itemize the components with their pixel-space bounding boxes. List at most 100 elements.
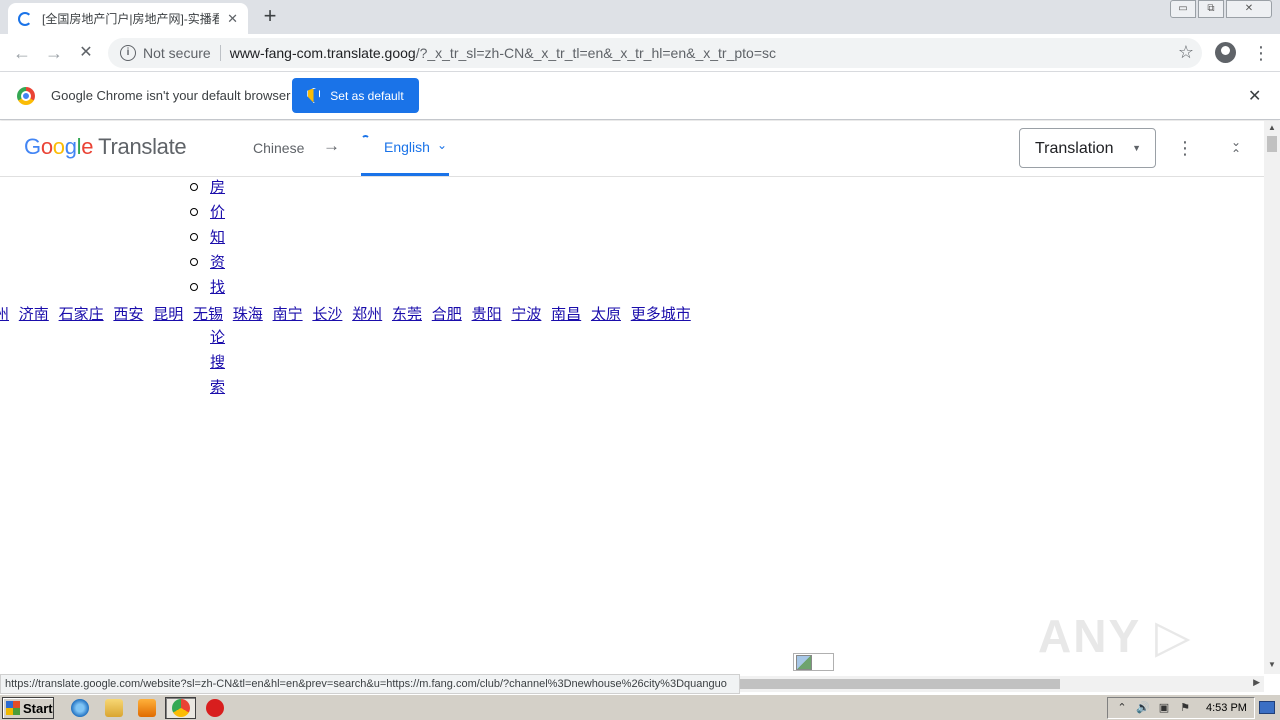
infobar-close-button[interactable]: ✕ bbox=[1248, 86, 1261, 106]
city-link[interactable]: 南昌 bbox=[551, 305, 581, 323]
translation-mode-select[interactable]: Translation ▼ bbox=[1019, 128, 1156, 168]
nav-link[interactable]: 索 bbox=[210, 380, 225, 395]
forward-button[interactable]: → bbox=[42, 41, 66, 65]
logo-letter: G bbox=[24, 134, 41, 159]
divider bbox=[219, 45, 221, 61]
list-bullet bbox=[190, 183, 198, 191]
scroll-right-icon[interactable]: ▶ bbox=[1253, 677, 1260, 688]
scrollbar-thumb[interactable] bbox=[1267, 136, 1277, 152]
url-host: www-fang-com.translate.goog bbox=[229, 45, 416, 61]
back-button[interactable]: ← bbox=[10, 41, 34, 65]
volume-icon[interactable]: 🔊 bbox=[1136, 701, 1150, 715]
logo-letter: o bbox=[40, 134, 53, 159]
address-bar[interactable]: i Not secure www-fang-com.translate.goog… bbox=[108, 38, 1202, 68]
city-link[interactable]: 济南 bbox=[19, 305, 49, 323]
city-link[interactable]: 宁波 bbox=[511, 305, 541, 323]
window-controls: ▭ ⧉ ✕ bbox=[1168, 0, 1272, 18]
tab-title: [全国房地产门户|房地产网]-实播看 bbox=[42, 12, 220, 26]
nav-link[interactable]: 找 bbox=[210, 280, 225, 295]
tab-strip: [全国房地产门户|房地产网]-实播看 ✕ + ▭ ⧉ ✕ bbox=[0, 0, 1280, 34]
city-link[interactable]: 合肥 bbox=[432, 305, 462, 323]
browser-toolbar: ← → ✕ i Not secure www-fang-com.translat… bbox=[0, 34, 1280, 72]
nav-link[interactable]: 搜 bbox=[210, 355, 225, 370]
media-player-icon[interactable] bbox=[138, 699, 156, 717]
list-bullet bbox=[190, 208, 198, 216]
city-link[interactable]: 石家庄 bbox=[59, 305, 104, 323]
nav-link[interactable]: 资 bbox=[210, 255, 225, 270]
chrome-icon bbox=[172, 699, 190, 717]
window-close-button[interactable]: ✕ bbox=[1226, 0, 1272, 18]
city-link[interactable]: 更多城市 bbox=[631, 305, 691, 323]
chrome-menu-button[interactable]: ⋮ bbox=[1252, 42, 1270, 64]
caret-down-icon: ▼ bbox=[1132, 143, 1141, 153]
loading-spinner-icon bbox=[18, 11, 32, 26]
internet-explorer-icon[interactable] bbox=[71, 699, 89, 717]
show-hidden-icons-icon[interactable]: ⌃ bbox=[1115, 701, 1129, 715]
nav-link[interactable]: 知 bbox=[210, 230, 225, 245]
loading-spinner-icon bbox=[361, 135, 370, 144]
city-links-row: 州 济南 石家庄 西安 昆明 无锡 珠海 南宁 长沙 郑州 东莞 合肥 贵阳 宁… bbox=[0, 303, 696, 324]
status-bubble: https://translate.google.com/website?sl=… bbox=[0, 674, 740, 694]
collapse-toggle-button[interactable]: ⌄ ⌃ bbox=[1226, 136, 1246, 162]
city-link[interactable]: 郑州 bbox=[352, 305, 382, 323]
anyrun-watermark: ANY ▷ RUN bbox=[1038, 610, 1193, 674]
logo-letter: g bbox=[64, 134, 77, 159]
stop-loading-button[interactable]: ✕ bbox=[74, 41, 98, 65]
city-link[interactable]: 南宁 bbox=[273, 305, 303, 323]
tab-close-button[interactable]: ✕ bbox=[227, 11, 238, 27]
action-center-flag-icon[interactable]: ⚑ bbox=[1178, 701, 1192, 715]
file-explorer-icon[interactable] bbox=[105, 699, 123, 717]
mode-value: Translation bbox=[1035, 140, 1114, 157]
default-browser-infobar: Google Chrome isn't your default browser… bbox=[0, 72, 1280, 120]
chrome-logo-icon bbox=[17, 87, 35, 105]
city-link[interactable]: 长沙 bbox=[312, 305, 342, 323]
windows-taskbar: Start ⌃ 🔊 ▣ ⚑ 4:53 PM bbox=[0, 694, 1280, 720]
vertical-scrollbar[interactable]: ▲ ▼ bbox=[1264, 121, 1280, 674]
new-tab-button[interactable]: + bbox=[258, 4, 282, 28]
nav-link[interactable]: 价 bbox=[210, 205, 225, 220]
city-link[interactable]: 贵阳 bbox=[472, 305, 502, 323]
alert-app-icon[interactable] bbox=[206, 699, 224, 717]
bookmark-star-icon[interactable]: ☆ bbox=[1178, 42, 1194, 63]
show-desktop-icon[interactable] bbox=[1259, 701, 1275, 714]
logo-suffix: Translate bbox=[98, 134, 187, 159]
logo-letter: o bbox=[52, 134, 65, 159]
browser-tab[interactable]: [全国房地产门户|房地产网]-实播看 ✕ bbox=[8, 3, 248, 34]
scroll-down-icon[interactable]: ▼ bbox=[1264, 660, 1280, 672]
more-options-button[interactable]: ⋮ bbox=[1176, 136, 1194, 160]
city-link[interactable]: 太原 bbox=[591, 305, 621, 323]
city-link[interactable]: 西安 bbox=[113, 305, 143, 323]
city-link[interactable]: 东莞 bbox=[392, 305, 422, 323]
network-icon[interactable]: ▣ bbox=[1157, 701, 1171, 715]
target-language-tab[interactable]: English ⌄ bbox=[361, 121, 449, 176]
source-language-tab[interactable]: Chinese bbox=[253, 140, 304, 156]
minimize-button[interactable]: ▭ bbox=[1170, 0, 1196, 18]
info-icon[interactable]: i bbox=[120, 45, 136, 61]
scroll-up-icon[interactable]: ▲ bbox=[1264, 123, 1280, 135]
city-link[interactable]: 无锡 bbox=[193, 305, 223, 323]
scrollbar-thumb[interactable] bbox=[740, 679, 1060, 689]
profile-avatar-icon[interactable] bbox=[1215, 42, 1236, 63]
city-link[interactable]: 昆明 bbox=[153, 305, 183, 323]
target-language-label: English bbox=[384, 139, 430, 155]
start-button[interactable]: Start bbox=[2, 697, 54, 719]
city-link[interactable]: 珠海 bbox=[233, 305, 263, 323]
set-as-default-button[interactable]: Set as default bbox=[292, 78, 419, 113]
security-label: Not secure bbox=[143, 45, 211, 61]
broken-image-icon bbox=[793, 653, 834, 671]
clock[interactable]: 4:53 PM bbox=[1206, 702, 1247, 714]
nav-link[interactable]: 房 bbox=[210, 180, 225, 195]
city-link[interactable]: 州 bbox=[0, 305, 9, 323]
system-tray: ⌃ 🔊 ▣ ⚑ 4:53 PM bbox=[1107, 697, 1255, 719]
chevron-down-icon: ⌃ bbox=[1230, 147, 1242, 161]
list-bullet bbox=[190, 233, 198, 241]
google-translate-logo[interactable]: Google Translate bbox=[24, 134, 187, 160]
restore-button[interactable]: ⧉ bbox=[1198, 0, 1224, 18]
uac-shield-icon bbox=[307, 88, 321, 103]
set-as-default-label: Set as default bbox=[330, 88, 404, 103]
nav-link[interactable]: 论 bbox=[210, 330, 225, 345]
list-bullet bbox=[190, 258, 198, 266]
list-bullet bbox=[190, 283, 198, 291]
taskbar-chrome-button[interactable] bbox=[165, 697, 196, 719]
horizontal-scrollbar[interactable]: ▶ bbox=[740, 676, 1264, 692]
